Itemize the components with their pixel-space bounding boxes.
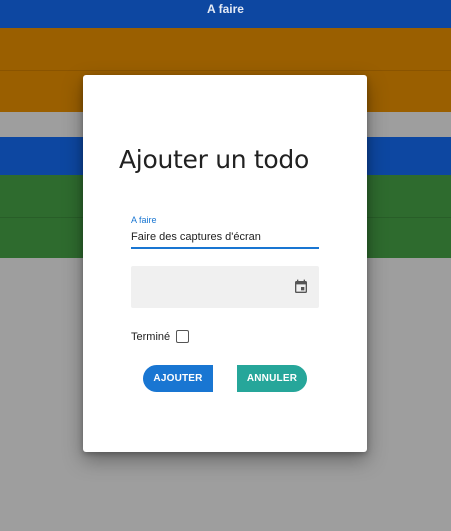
cancel-button[interactable]: ANNULER (237, 365, 307, 392)
date-input[interactable] (131, 266, 319, 308)
add-todo-dialog: Ajouter un todo A faire Terminé AJOUTER … (83, 75, 367, 452)
todo-field-label: A faire (131, 215, 157, 225)
done-checkbox[interactable] (176, 330, 189, 343)
calendar-icon[interactable] (293, 279, 309, 295)
todo-text-input[interactable] (131, 227, 319, 249)
add-button[interactable]: AJOUTER (143, 365, 213, 392)
dialog-title: Ajouter un todo (119, 145, 309, 174)
done-label: Terminé (131, 331, 171, 343)
